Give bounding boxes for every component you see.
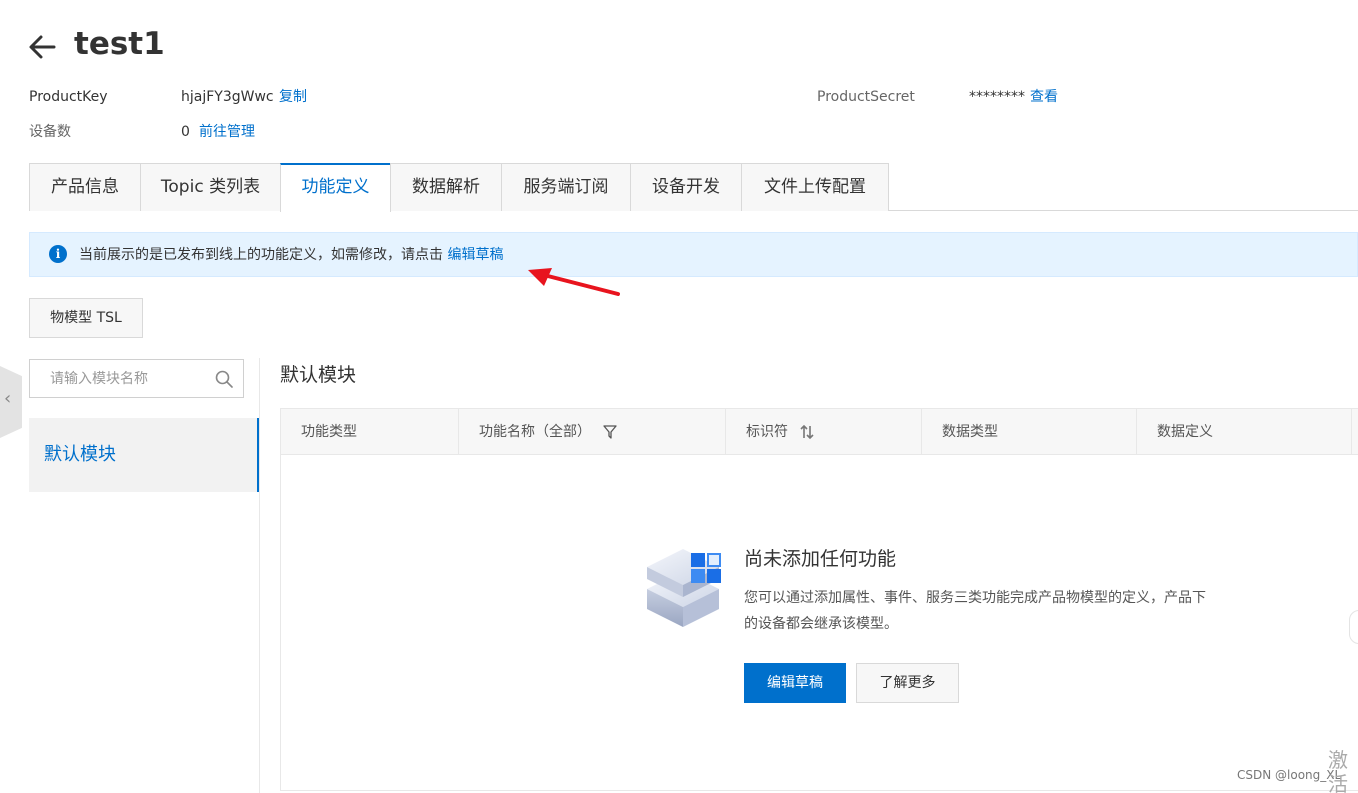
product-secret-value: ******** [969,89,1025,105]
sidebar-item-default-module[interactable]: 默认模块 [29,418,259,492]
product-key-label: ProductKey [29,89,108,105]
device-count-value: 0 [181,124,190,140]
product-secret-label: ProductSecret [817,89,915,105]
floating-help-bubble[interactable] [1349,610,1358,644]
column-data-type: 数据类型 [922,409,1137,455]
tab-topic-list[interactable]: Topic 类列表 [140,163,281,211]
sidebar-item-label: 默认模块 [44,444,116,465]
table-header: 功能类型 功能名称（全部） 标识符 数据类型 数据定义 [281,409,1358,455]
view-secret-link[interactable]: 查看 [1030,87,1058,107]
filter-icon[interactable] [603,424,618,440]
back-arrow-icon[interactable] [28,34,56,60]
annotation-arrow-icon [528,268,620,296]
alert-message: 当前展示的是已发布到线上的功能定义，如需修改，请点击 编辑草稿 [79,245,503,265]
tab-server-subscription[interactable]: 服务端订阅 [501,163,631,211]
empty-state-description: 您可以通过添加属性、事件、服务三类功能完成产品物模型的定义，产品下 的设备都会继… [744,585,1254,637]
column-data-definition: 数据定义 [1137,409,1352,455]
tsl-model-button[interactable]: 物模型 TSL [29,298,143,338]
chevron-left-icon: ‹ [4,388,12,409]
tab-data-parsing[interactable]: 数据解析 [390,163,502,211]
sidebar-collapse-handle[interactable]: ‹ [0,366,22,438]
copy-link[interactable]: 复制 [279,87,307,107]
column-label: 数据类型 [942,424,998,440]
column-function-name: 功能名称（全部） [459,409,726,455]
activation-watermark: 激活 [1328,748,1348,793]
empty-desc-line: 您可以通过添加属性、事件、服务三类功能完成产品物模型的定义，产品下 [744,590,1206,606]
empty-state-title: 尚未添加任何功能 [744,548,897,570]
column-label: 功能名称（全部） [479,424,591,440]
alert-text: 当前展示的是已发布到线上的功能定义，如需修改，请点击 [79,247,443,263]
device-count-label: 设备数 [29,124,71,140]
module-section-title: 默认模块 [280,364,357,386]
tab-function-definition[interactable]: 功能定义 [280,163,391,212]
learn-more-button[interactable]: 了解更多 [856,663,959,703]
manage-devices-link[interactable]: 前往管理 [199,122,255,142]
module-search-input[interactable] [31,361,211,396]
tab-device-development[interactable]: 设备开发 [630,163,742,211]
info-icon: i [49,245,67,263]
csdn-watermark: CSDN @loong_XL [1237,768,1342,782]
empty-desc-line: 的设备都会继承该模型。 [744,616,898,632]
module-search-box [29,359,244,398]
tab-product-info[interactable]: 产品信息 [29,163,141,211]
info-alert: i 当前展示的是已发布到线上的功能定义，如需修改，请点击 编辑草稿 [29,232,1358,277]
column-function-type: 功能类型 [281,409,459,455]
sort-icon[interactable] [800,424,815,440]
column-label: 功能类型 [301,424,357,440]
product-key-value: hjajFY3gWwc [181,89,274,105]
column-label: 标识符 [746,424,788,440]
edit-draft-button[interactable]: 编辑草稿 [744,663,846,703]
page-title: test1 [74,26,165,62]
tab-file-upload-config[interactable]: 文件上传配置 [741,163,889,211]
column-identifier: 标识符 [726,409,922,455]
sidebar-divider [259,358,260,793]
tab-bar: 产品信息 Topic 类列表 功能定义 数据解析 服务端订阅 设备开发 文件上传… [29,163,1358,212]
empty-state-illustration [647,549,721,627]
column-label: 数据定义 [1157,424,1213,440]
edit-draft-link[interactable]: 编辑草稿 [447,247,503,263]
search-icon[interactable] [215,370,233,388]
